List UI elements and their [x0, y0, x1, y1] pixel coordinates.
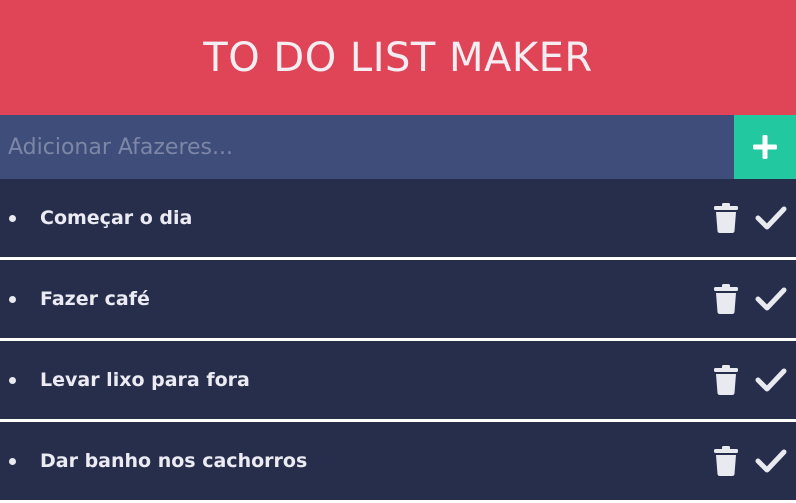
check-icon [755, 206, 787, 230]
trash-icon [714, 284, 738, 314]
check-icon [755, 449, 787, 473]
todo-label: Dar banho nos cachorros [40, 450, 308, 472]
todo-item: Fazer café [0, 260, 796, 338]
trash-icon [714, 446, 738, 476]
todo-item: Levar lixo para fora [0, 341, 796, 419]
todo-app: TO DO LIST MAKER Começar o dia [0, 0, 796, 503]
trash-icon [714, 365, 738, 395]
todo-label: Fazer café [40, 288, 150, 310]
add-todo-button[interactable] [734, 115, 796, 179]
todo-actions [707, 361, 790, 399]
complete-button[interactable] [752, 442, 790, 480]
bullet [9, 376, 16, 384]
add-todo-row [0, 115, 796, 179]
todo-item: Dar banho nos cachorros [0, 422, 796, 500]
todo-label: Levar lixo para fora [40, 369, 250, 391]
bullet [9, 295, 16, 303]
app-title: TO DO LIST MAKER [203, 34, 593, 81]
delete-button[interactable] [707, 199, 745, 237]
complete-button[interactable] [752, 280, 790, 318]
bullet [9, 457, 16, 465]
add-todo-input[interactable] [0, 115, 734, 179]
delete-button[interactable] [707, 442, 745, 480]
app-header: TO DO LIST MAKER [0, 0, 796, 115]
todo-label: Começar o dia [40, 207, 193, 229]
delete-button[interactable] [707, 280, 745, 318]
todo-actions [707, 199, 790, 237]
plus-icon [753, 135, 777, 159]
todo-list: Começar o dia Fazer café Levar lixo para… [0, 179, 796, 500]
todo-actions [707, 280, 790, 318]
check-icon [755, 287, 787, 311]
todo-actions [707, 442, 790, 480]
todo-item: Começar o dia [0, 179, 796, 257]
bullet [9, 214, 16, 222]
check-icon [755, 368, 787, 392]
delete-button[interactable] [707, 361, 745, 399]
trash-icon [714, 203, 738, 233]
complete-button[interactable] [752, 361, 790, 399]
complete-button[interactable] [752, 199, 790, 237]
